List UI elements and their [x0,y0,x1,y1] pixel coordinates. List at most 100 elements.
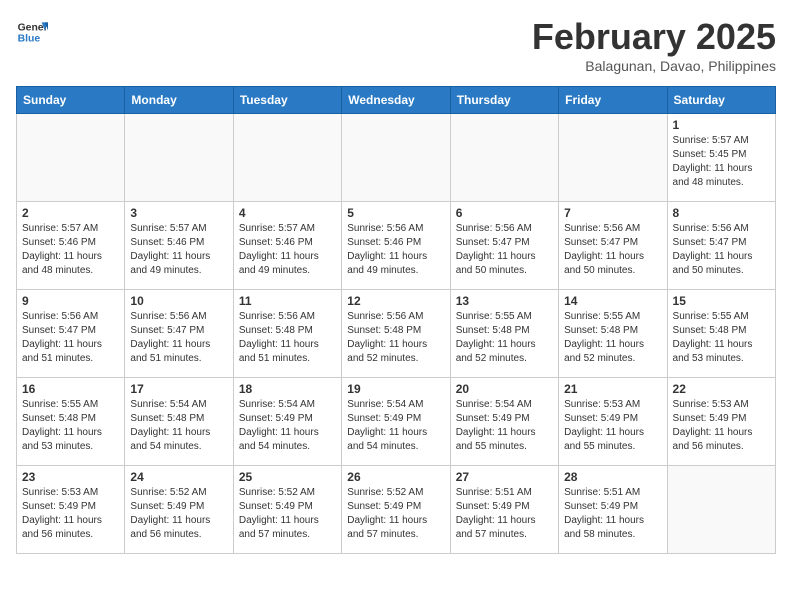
day-number: 2 [22,206,119,220]
day-number: 27 [456,470,553,484]
day-number: 10 [130,294,227,308]
day-info: Sunrise: 5:52 AM Sunset: 5:49 PM Dayligh… [130,486,227,542]
day-info: Sunrise: 5:57 AM Sunset: 5:46 PM Dayligh… [22,222,119,278]
day-number: 13 [456,294,553,308]
calendar-day-cell: 5 Sunrise: 5:56 AM Sunset: 5:46 PM Daylig… [342,202,450,290]
day-info: Sunrise: 5:54 AM Sunset: 5:49 PM Dayligh… [347,398,444,454]
calendar-day-cell: 27 Sunrise: 5:51 AM Sunset: 5:49 PM Dayli… [450,466,558,554]
day-number: 4 [239,206,336,220]
day-info: Sunrise: 5:56 AM Sunset: 5:48 PM Dayligh… [347,310,444,366]
calendar-day-cell [342,114,450,202]
day-number: 5 [347,206,444,220]
page-header: General Blue February 2025 Balagunan, Da… [16,16,776,74]
calendar-day-cell [17,114,125,202]
calendar-day-cell: 4 Sunrise: 5:57 AM Sunset: 5:46 PM Daylig… [233,202,341,290]
day-number: 15 [673,294,770,308]
calendar-day-cell: 24 Sunrise: 5:52 AM Sunset: 5:49 PM Dayli… [125,466,233,554]
calendar-day-cell [450,114,558,202]
calendar-week-row: 2 Sunrise: 5:57 AM Sunset: 5:46 PM Daylig… [17,202,776,290]
day-info: Sunrise: 5:55 AM Sunset: 5:48 PM Dayligh… [564,310,661,366]
day-info: Sunrise: 5:56 AM Sunset: 5:47 PM Dayligh… [130,310,227,366]
calendar-day-cell: 9 Sunrise: 5:56 AM Sunset: 5:47 PM Daylig… [17,290,125,378]
day-info: Sunrise: 5:57 AM Sunset: 5:46 PM Dayligh… [239,222,336,278]
weekday-header-cell: Tuesday [233,87,341,114]
day-info: Sunrise: 5:55 AM Sunset: 5:48 PM Dayligh… [456,310,553,366]
calendar-day-cell: 10 Sunrise: 5:56 AM Sunset: 5:47 PM Dayli… [125,290,233,378]
svg-text:Blue: Blue [18,34,41,45]
calendar-day-cell: 17 Sunrise: 5:54 AM Sunset: 5:48 PM Dayli… [125,378,233,466]
day-number: 24 [130,470,227,484]
calendar-day-cell: 15Sunrise: 5:55 AM Sunset: 5:48 PM Dayli… [667,290,775,378]
day-number: 22 [673,382,770,396]
weekday-header-cell: Thursday [450,87,558,114]
weekday-header-cell: Saturday [667,87,775,114]
day-info: Sunrise: 5:53 AM Sunset: 5:49 PM Dayligh… [22,486,119,542]
day-info: Sunrise: 5:53 AM Sunset: 5:49 PM Dayligh… [564,398,661,454]
day-info: Sunrise: 5:56 AM Sunset: 5:46 PM Dayligh… [347,222,444,278]
day-number: 26 [347,470,444,484]
day-info: Sunrise: 5:54 AM Sunset: 5:48 PM Dayligh… [130,398,227,454]
day-number: 28 [564,470,661,484]
calendar-day-cell: 26 Sunrise: 5:52 AM Sunset: 5:49 PM Dayli… [342,466,450,554]
calendar-day-cell: 3 Sunrise: 5:57 AM Sunset: 5:46 PM Daylig… [125,202,233,290]
calendar-week-row: 9 Sunrise: 5:56 AM Sunset: 5:47 PM Daylig… [17,290,776,378]
day-number: 14 [564,294,661,308]
location-title: Balagunan, Davao, Philippines [532,58,776,74]
day-info: Sunrise: 5:56 AM Sunset: 5:48 PM Dayligh… [239,310,336,366]
calendar-day-cell: 8 Sunrise: 5:56 AM Sunset: 5:47 PM Daylig… [667,202,775,290]
calendar-day-cell: 11Sunrise: 5:56 AM Sunset: 5:48 PM Dayli… [233,290,341,378]
logo: General Blue [16,16,48,48]
calendar-day-cell: 1 Sunrise: 5:57 AM Sunset: 5:45 PM Daylig… [667,114,775,202]
day-number: 9 [22,294,119,308]
calendar-week-row: 23 Sunrise: 5:53 AM Sunset: 5:49 PM Dayli… [17,466,776,554]
calendar-body: 1 Sunrise: 5:57 AM Sunset: 5:45 PM Daylig… [17,114,776,554]
calendar-day-cell: 7 Sunrise: 5:56 AM Sunset: 5:47 PM Daylig… [559,202,667,290]
day-number: 17 [130,382,227,396]
day-info: Sunrise: 5:52 AM Sunset: 5:49 PM Dayligh… [347,486,444,542]
calendar-day-cell: 12 Sunrise: 5:56 AM Sunset: 5:48 PM Dayli… [342,290,450,378]
calendar-day-cell: 19 Sunrise: 5:54 AM Sunset: 5:49 PM Dayli… [342,378,450,466]
day-info: Sunrise: 5:57 AM Sunset: 5:45 PM Dayligh… [673,134,770,190]
day-number: 3 [130,206,227,220]
day-info: Sunrise: 5:52 AM Sunset: 5:49 PM Dayligh… [239,486,336,542]
day-number: 25 [239,470,336,484]
logo-icon: General Blue [16,16,48,48]
day-number: 20 [456,382,553,396]
day-info: Sunrise: 5:51 AM Sunset: 5:49 PM Dayligh… [456,486,553,542]
day-info: Sunrise: 5:56 AM Sunset: 5:47 PM Dayligh… [564,222,661,278]
day-info: Sunrise: 5:54 AM Sunset: 5:49 PM Dayligh… [239,398,336,454]
day-info: Sunrise: 5:53 AM Sunset: 5:49 PM Dayligh… [673,398,770,454]
day-info: Sunrise: 5:56 AM Sunset: 5:47 PM Dayligh… [673,222,770,278]
day-number: 23 [22,470,119,484]
day-info: Sunrise: 5:54 AM Sunset: 5:49 PM Dayligh… [456,398,553,454]
day-number: 21 [564,382,661,396]
calendar-day-cell: 20 Sunrise: 5:54 AM Sunset: 5:49 PM Dayli… [450,378,558,466]
day-number: 7 [564,206,661,220]
calendar-day-cell [667,466,775,554]
calendar-day-cell: 16Sunrise: 5:55 AM Sunset: 5:48 PM Dayli… [17,378,125,466]
day-number: 8 [673,206,770,220]
day-number: 12 [347,294,444,308]
calendar-day-cell: 28 Sunrise: 5:51 AM Sunset: 5:49 PM Dayli… [559,466,667,554]
day-number: 19 [347,382,444,396]
calendar-day-cell: 13 Sunrise: 5:55 AM Sunset: 5:48 PM Dayli… [450,290,558,378]
day-info: Sunrise: 5:57 AM Sunset: 5:46 PM Dayligh… [130,222,227,278]
weekday-header-cell: Friday [559,87,667,114]
day-info: Sunrise: 5:51 AM Sunset: 5:49 PM Dayligh… [564,486,661,542]
day-number: 1 [673,118,770,132]
calendar-day-cell: 21 Sunrise: 5:53 AM Sunset: 5:49 PM Dayli… [559,378,667,466]
day-info: Sunrise: 5:55 AM Sunset: 5:48 PM Dayligh… [22,398,119,454]
weekday-header-row: SundayMondayTuesdayWednesdayThursdayFrid… [17,87,776,114]
day-number: 6 [456,206,553,220]
day-info: Sunrise: 5:56 AM Sunset: 5:47 PM Dayligh… [456,222,553,278]
calendar-day-cell: 18 Sunrise: 5:54 AM Sunset: 5:49 PM Dayli… [233,378,341,466]
weekday-header-cell: Wednesday [342,87,450,114]
day-info: Sunrise: 5:56 AM Sunset: 5:47 PM Dayligh… [22,310,119,366]
calendar-day-cell: 25 Sunrise: 5:52 AM Sunset: 5:49 PM Dayli… [233,466,341,554]
title-block: February 2025 Balagunan, Davao, Philippi… [532,16,776,74]
calendar-day-cell [125,114,233,202]
calendar-day-cell [559,114,667,202]
month-year-title: February 2025 [532,16,776,58]
day-number: 18 [239,382,336,396]
calendar-day-cell [233,114,341,202]
